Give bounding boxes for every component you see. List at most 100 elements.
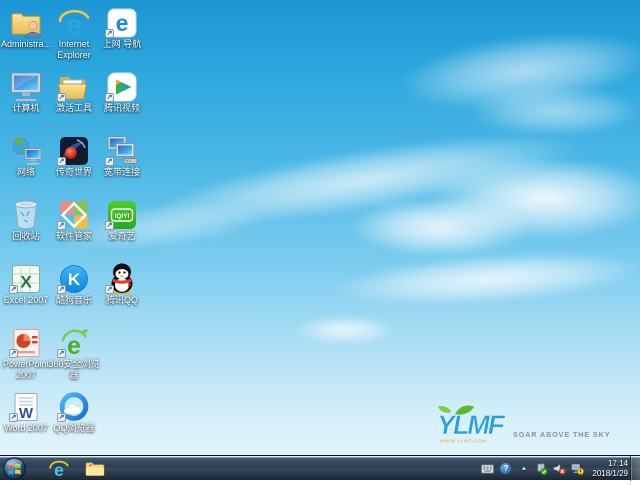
desktop-icon-label: Word 2007 [4, 423, 48, 433]
shortcut-arrow-icon: ↗ [105, 29, 114, 38]
svg-text:iQIYI: iQIYI [115, 213, 130, 220]
desktop-icon-tencent-video[interactable]: ↗ 腾讯视频 [97, 70, 147, 114]
powerpoint-icon: ↗ [9, 326, 43, 358]
desktop-icon-network[interactable]: 网络 [1, 134, 51, 178]
web-navigation-icon: e ↗ [105, 6, 139, 38]
desktop-icon-legend-world[interactable]: ↗ 传奇世界 [49, 134, 99, 178]
desktop-icon-powerpoint[interactable]: ↗ PowerPoint 2007 [1, 326, 51, 381]
svg-text:X: X [20, 273, 32, 292]
activation-tools-folder-icon: ↗ [57, 70, 91, 102]
cloud [350, 198, 530, 256]
broadband-connection-icon: ↗ [105, 134, 139, 166]
computer-icon [9, 70, 43, 102]
logo-url: WWW.YLMF.COM [440, 439, 487, 445]
system-tray: ? ▴ 17:14 2018/1/29 [481, 456, 628, 481]
desktop-icon-software-manager[interactable]: ↗ 软件管家 [49, 198, 99, 242]
shortcut-arrow-icon: ↗ [57, 413, 66, 422]
cloud [333, 244, 640, 314]
shortcut-arrow-icon: ↗ [105, 93, 114, 102]
desktop-icon-label: Excel 2007 [3, 295, 49, 305]
taskbar-windows-explorer-button[interactable] [78, 456, 112, 481]
shortcut-arrow-icon: ↗ [105, 285, 114, 294]
desktop-icon-label: 传奇世界 [55, 167, 92, 177]
clock-time: 17:14 [607, 459, 628, 468]
excel-icon: X ↗ [9, 262, 43, 294]
qq-penguin-icon: ↗ [105, 262, 139, 294]
desktop-icon-label: 激活工具 [55, 103, 92, 113]
input-method-icon[interactable] [481, 462, 495, 476]
desktop-icon-qq[interactable]: ↗ 腾讯QQ [97, 262, 147, 306]
desktop-icon-label: QQ浏览器 [53, 423, 95, 433]
desktop-icon-label: 腾讯QQ [105, 295, 138, 305]
word-icon: W ↗ [9, 390, 43, 422]
desktop-icon-label: 上网 导航 [102, 39, 142, 49]
shortcut-arrow-icon: ↗ [57, 221, 66, 230]
desktop-icon-label: 回收站 [12, 231, 40, 241]
desktop-icon-label: 计算机 [12, 103, 40, 113]
shortcut-arrow-icon: ↗ [9, 285, 18, 294]
shortcut-arrow-icon: ↗ [9, 349, 18, 358]
software-manager-icon: ↗ [57, 198, 91, 230]
desktop-icon-computer[interactable]: 计算机 [1, 70, 51, 114]
network-globe-icon [9, 134, 43, 166]
cloud [295, 316, 395, 344]
taskbar-clock[interactable]: 17:14 2018/1/29 [592, 459, 628, 478]
desktop-icon-iqiyi[interactable]: iQIYI ↗ 爱奇艺 [97, 198, 147, 242]
volume-muted-tray-icon[interactable] [553, 462, 567, 476]
start-button[interactable] [3, 457, 26, 480]
desktop-icon-qq-browser[interactable]: ↗ QQ浏览器 [49, 390, 99, 434]
desktop-icon-label: 宽带连接 [103, 167, 140, 177]
shortcut-arrow-icon: ↗ [57, 285, 66, 294]
show-hidden-icons-button[interactable]: ▴ [517, 462, 530, 476]
kugou-music-icon: K ↗ [57, 262, 91, 294]
administrator-folder-icon [9, 6, 43, 38]
internet-explorer-icon: e [57, 6, 91, 38]
desktop-icon-word[interactable]: W ↗ Word 2007 [1, 390, 51, 434]
tencent-video-icon: ↗ [105, 70, 139, 102]
desktop-icon-activation-tools[interactable]: ↗ 激活工具 [49, 70, 99, 114]
desktop-icon-internet-explorer[interactable]: e Internet Explorer [49, 6, 99, 61]
help-tray-icon[interactable]: ? [499, 462, 512, 476]
cloud [470, 86, 640, 136]
desktop-icon-web-navigation[interactable]: e ↗ 上网 导航 [97, 6, 147, 50]
360-browser-icon: e ↗ [57, 326, 91, 358]
svg-text:e: e [67, 332, 81, 358]
desktop-icon-label: 软件管家 [55, 231, 92, 241]
desktop-icon-label: 腾讯视频 [103, 103, 140, 113]
desktop-icon-label: Administra... [0, 39, 51, 49]
shortcut-arrow-icon: ↗ [105, 157, 114, 166]
shortcut-arrow-icon: ↗ [57, 349, 66, 358]
network-warning-tray-icon[interactable] [571, 462, 585, 476]
folder-icon [85, 461, 105, 476]
show-desktop-button[interactable] [630, 456, 640, 481]
windows-orb-icon [3, 457, 26, 480]
ylmf-logo: YLMF SOAR ABOVE THE SKY WWW.YLMF.COM [434, 405, 610, 445]
logo-wordmark: YLMF [435, 409, 507, 440]
desktop-icon-label: 酷狗音乐 [55, 295, 92, 305]
desktop-icon-label: PowerPoint 2007 [2, 359, 50, 380]
shortcut-arrow-icon: ↗ [105, 221, 114, 230]
desktop-icon-label: 网络 [16, 167, 35, 177]
taskbar-internet-explorer-button[interactable]: e [42, 456, 76, 481]
desktop-icon-kugou[interactable]: K ↗ 酷狗音乐 [49, 262, 99, 306]
logo-tagline: SOAR ABOVE THE SKY [513, 430, 610, 439]
security-ok-tray-icon[interactable] [535, 462, 549, 476]
desktop-icon-excel[interactable]: X ↗ Excel 2007 [1, 262, 51, 306]
desktop-icon-label: 360安全浏览器 [48, 359, 100, 380]
desktop-icon-label: 爱奇艺 [108, 231, 136, 241]
shortcut-arrow-icon: ↗ [57, 157, 66, 166]
clock-date: 2018/1/29 [592, 468, 628, 478]
shortcut-arrow-icon: ↗ [57, 93, 66, 102]
svg-text:W: W [19, 405, 34, 422]
qq-browser-icon: ↗ [57, 390, 91, 422]
svg-text:e: e [116, 10, 129, 36]
taskbar: e ? ▴ 17:14 2018/1/29 [0, 455, 640, 481]
recycle-bin-icon [9, 198, 43, 230]
desktop-icon-administrator[interactable]: Administra... [1, 6, 51, 50]
desktop-icon-360-browser[interactable]: e ↗ 360安全浏览器 [48, 326, 100, 381]
iqiyi-icon: iQIYI ↗ [105, 198, 139, 230]
desktop-icon-broadband[interactable]: ↗ 宽带连接 [97, 134, 147, 178]
desktop-icon-recycle-bin[interactable]: 回收站 [1, 198, 51, 242]
shortcut-arrow-icon: ↗ [9, 413, 18, 422]
internet-explorer-icon: e [49, 459, 69, 479]
